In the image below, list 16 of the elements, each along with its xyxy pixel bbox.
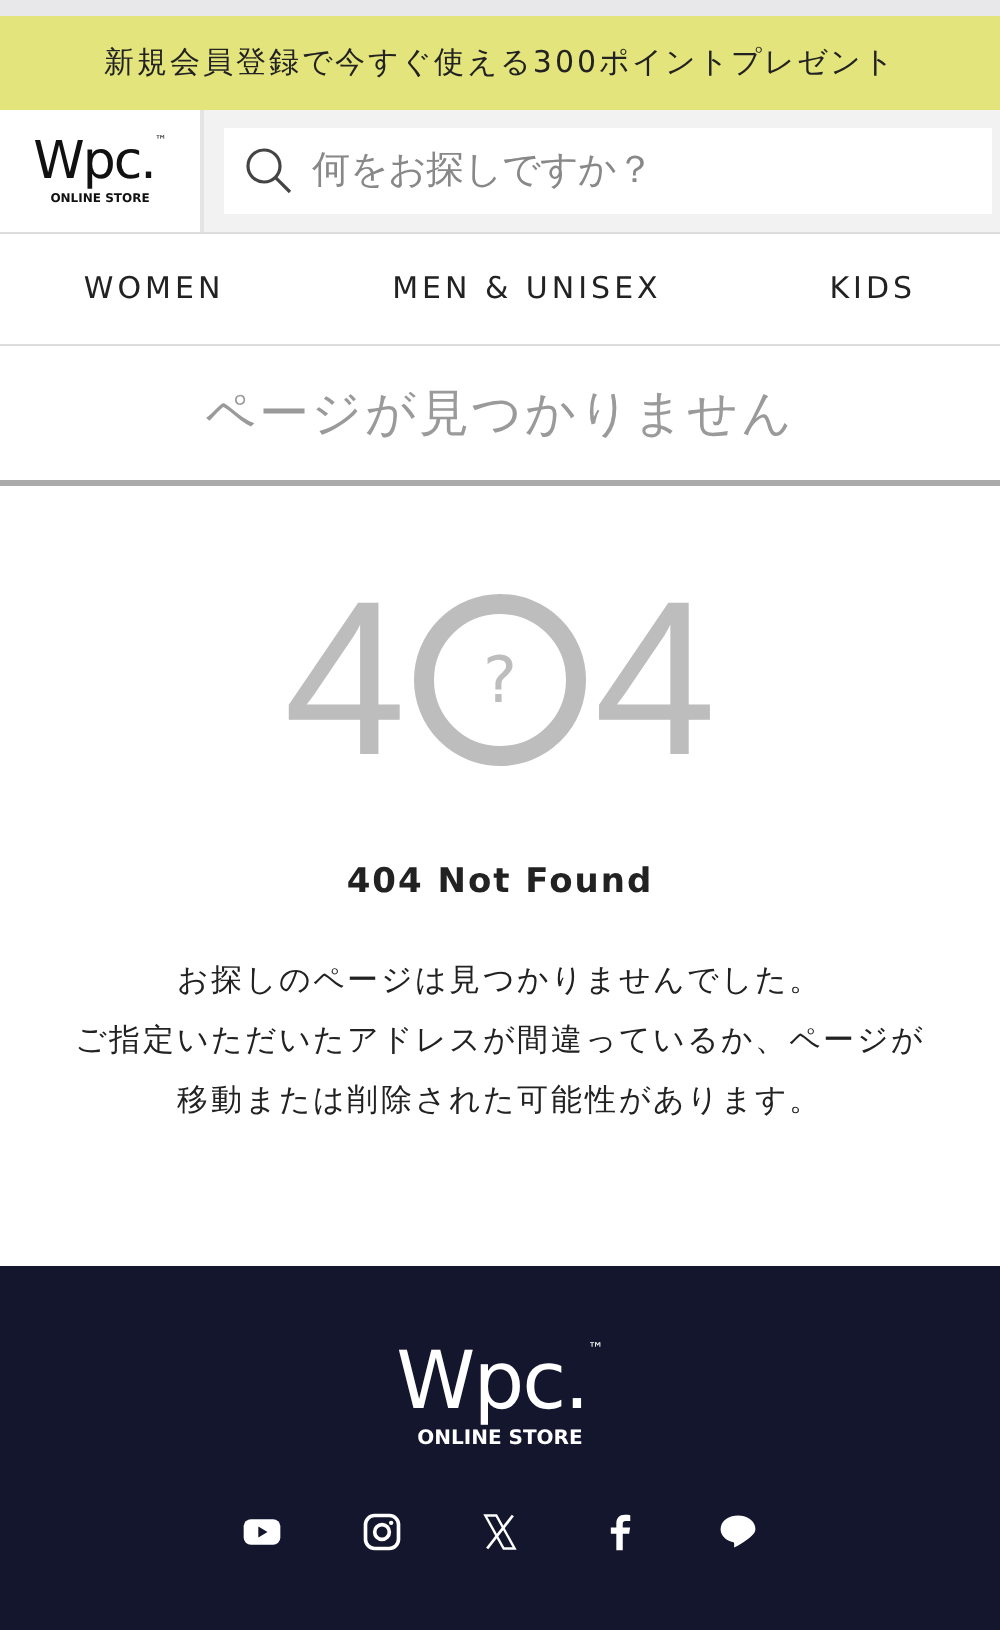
promo-banner[interactable]: 新規会員登録で今すぐ使える300ポイントプレゼント <box>0 16 1000 110</box>
x-icon[interactable] <box>478 1510 522 1554</box>
promo-text: 新規会員登録で今すぐ使える300ポイントプレゼント <box>103 42 897 85</box>
search-icon <box>244 146 292 194</box>
question-mark-circle: ? <box>414 594 586 766</box>
footer-logo[interactable]: Wpc.™ ONLINE STORE <box>396 1342 604 1450</box>
nav-link[interactable]: KIDS <box>829 266 917 312</box>
error-digit: 4 <box>283 570 406 790</box>
error-message: お探しのページは見つかりませんでした。 ご指定いただいたアドレスが間違っているか、ページが 移動または削除された可能性があります。 <box>73 959 927 1121</box>
error-heading: 404 Not Found <box>344 860 656 906</box>
instagram-icon[interactable] <box>359 1510 403 1554</box>
nav-link[interactable]: MEN & UNISEX <box>392 266 662 312</box>
page-title: ページが見つかりません <box>205 381 795 446</box>
nav-link[interactable]: WOMEN <box>83 266 225 312</box>
error-digit: 4 <box>594 570 717 790</box>
search-field[interactable]: 何をお探しですか？ <box>224 128 992 214</box>
